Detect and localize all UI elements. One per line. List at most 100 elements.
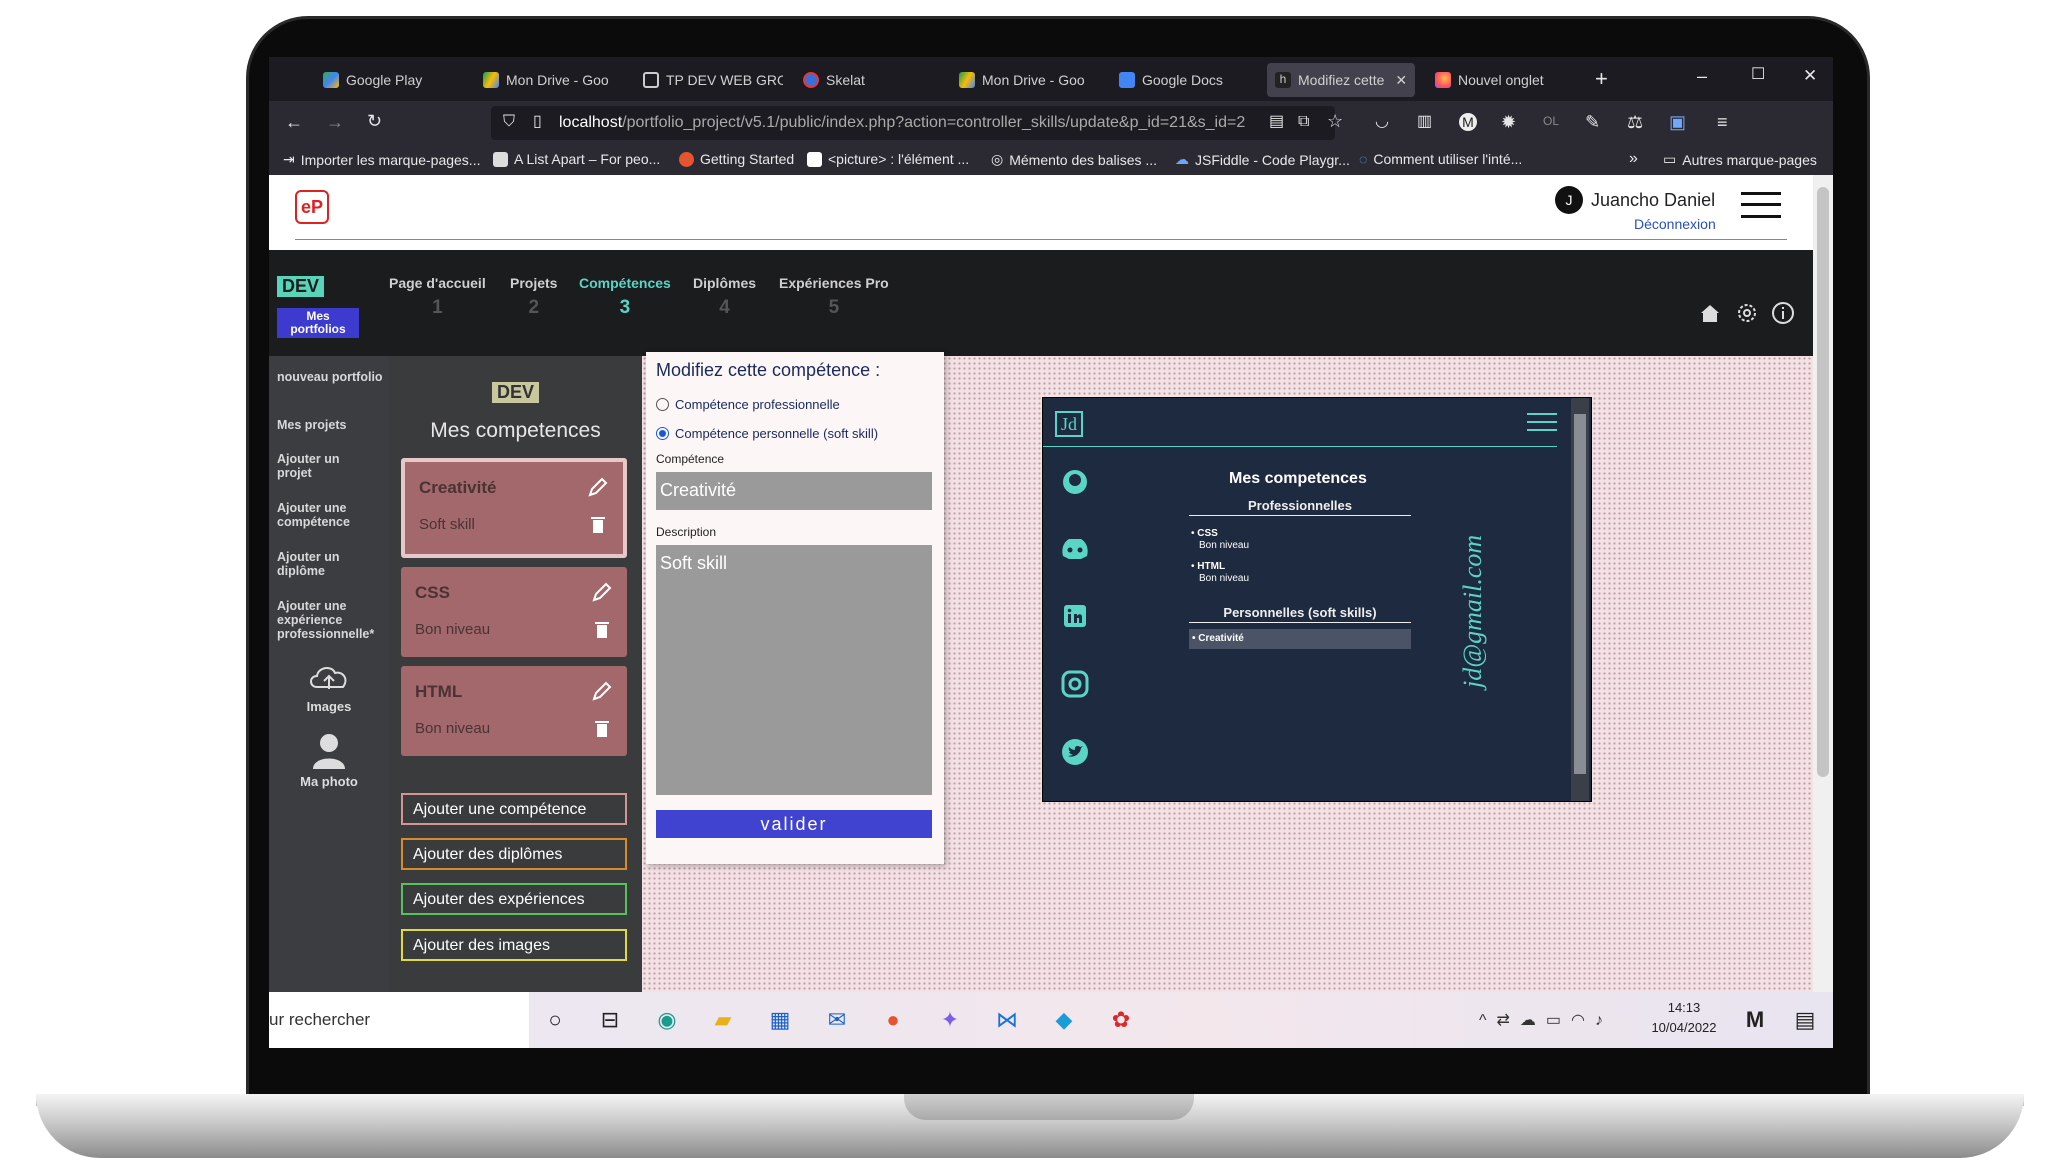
preview-menu-icon[interactable] xyxy=(1527,413,1557,431)
back-icon[interactable]: ← xyxy=(285,113,303,131)
sidebar-item-add-skill[interactable]: Ajouter une compétence xyxy=(277,501,367,529)
sidebar-item-add-diploma[interactable]: Ajouter un diplôme xyxy=(277,550,367,578)
step-skills[interactable]: Compétences 3 xyxy=(579,275,671,319)
app-icon[interactable]: ◆ xyxy=(1048,1004,1080,1036)
instagram-icon[interactable] xyxy=(1061,670,1089,698)
tab-google-play[interactable]: Google Play xyxy=(323,63,443,97)
shield-icon[interactable]: ⛉ xyxy=(503,114,515,130)
sidebar-icon[interactable]: ▥ xyxy=(1417,114,1432,130)
clock[interactable]: 14:13 10/04/2022 xyxy=(1649,998,1719,1038)
skill-input[interactable]: Creativité xyxy=(656,472,932,510)
minimize-icon[interactable]: – xyxy=(1697,67,1707,85)
sidebar-item-new-portfolio[interactable]: nouveau portfolio xyxy=(277,370,383,384)
hamburger-menu-icon[interactable] xyxy=(1741,192,1781,218)
radio-button[interactable] xyxy=(656,398,669,411)
bookmark-item[interactable]: Getting Started xyxy=(679,151,794,167)
sidebar-item-my-projects[interactable]: Mes projets xyxy=(277,418,346,432)
new-tab-icon[interactable]: + xyxy=(1595,68,1608,90)
preview-scrollbar[interactable] xyxy=(1571,398,1589,801)
pocket-icon[interactable]: ◡ xyxy=(1375,114,1389,130)
info-icon[interactable] xyxy=(1771,301,1795,325)
google-translate-icon[interactable]: ▣ xyxy=(1669,113,1686,131)
paint-icon[interactable]: ✿ xyxy=(1105,1004,1137,1036)
edit-pencil-icon[interactable] xyxy=(591,680,613,702)
color-picker-icon[interactable]: ✎ xyxy=(1585,113,1600,131)
sidebar-item-add-experience[interactable]: Ajouter une expérience professionnelle* xyxy=(277,599,389,641)
edge-icon[interactable]: ◉ xyxy=(651,1004,683,1036)
system-tray-icons[interactable]: ^⇄☁▭◠♪ xyxy=(1479,1010,1613,1030)
my-portfolios-button[interactable]: Mes portfolios xyxy=(277,308,359,338)
site-logo[interactable]: eP xyxy=(295,190,329,224)
radio-button-checked[interactable] xyxy=(656,427,669,440)
tab-skelat[interactable]: Skelat xyxy=(803,63,923,97)
photo-label[interactable]: Ma photo xyxy=(269,774,389,789)
store-icon[interactable]: ▦ xyxy=(764,1004,796,1036)
m-app-icon[interactable]: M xyxy=(1739,1004,1771,1036)
add-experiences-button[interactable]: Ajouter des expériences xyxy=(401,883,627,915)
description-textarea[interactable]: Soft skill xyxy=(656,545,932,795)
mail-icon[interactable]: ✉ xyxy=(821,1004,853,1036)
translate-icon[interactable]: ⧉ xyxy=(1298,114,1309,130)
skill-card[interactable]: HTML Bon niveau xyxy=(401,666,627,756)
tab-modifiez[interactable]: h Modifiez cette ✕ xyxy=(1267,63,1415,97)
account-icon[interactable]: M xyxy=(1459,113,1477,131)
submit-button[interactable]: valider xyxy=(656,810,932,838)
linkedin-icon[interactable] xyxy=(1063,604,1087,628)
bookmark-item[interactable]: ◌ Comment utiliser l'inté... xyxy=(1359,151,1522,167)
step-projects[interactable]: Projets 2 xyxy=(510,275,557,319)
radio-professional[interactable]: Compétence professionnelle xyxy=(656,397,840,412)
page-info-icon[interactable]: ▯ xyxy=(533,114,542,130)
edit-pencil-icon[interactable] xyxy=(587,476,609,498)
step-diplomas[interactable]: Diplômes 4 xyxy=(693,275,756,319)
bookmark-item[interactable]: <picture> : l'élément ... xyxy=(807,151,969,167)
close-window-icon[interactable]: ✕ xyxy=(1803,67,1817,84)
tab-mon-drive-2[interactable]: Mon Drive - Goo xyxy=(959,63,1099,97)
sidebar-item-add-project[interactable]: Ajouter un projet xyxy=(277,452,367,480)
trash-icon[interactable] xyxy=(594,621,610,639)
tab-google-docs[interactable]: Google Docs xyxy=(1119,63,1259,97)
extension-ol-icon[interactable]: OL xyxy=(1543,115,1559,127)
trash-icon[interactable] xyxy=(594,720,610,738)
settings-gear-icon[interactable] xyxy=(1735,301,1759,325)
skill-card[interactable]: Creativité Soft skill xyxy=(401,458,627,558)
maximize-icon[interactable]: ☐ xyxy=(1751,67,1765,83)
trash-icon[interactable] xyxy=(590,516,606,534)
translate-ext-icon[interactable]: ⚖ xyxy=(1627,113,1643,131)
other-bookmarks[interactable]: ▭ Autres marque-pages xyxy=(1663,151,1817,168)
file-explorer-icon[interactable]: ▰ xyxy=(707,1004,739,1036)
step-home[interactable]: Page d'accueil 1 xyxy=(389,275,486,319)
notifications-icon[interactable]: ▤ xyxy=(1789,1004,1821,1036)
cloud-upload-icon[interactable] xyxy=(307,661,351,693)
bookmark-item[interactable]: ☁ JSFiddle - Code Playgr... xyxy=(1175,151,1350,168)
add-images-button[interactable]: Ajouter des images xyxy=(401,929,627,961)
user-photo-icon[interactable] xyxy=(309,731,349,771)
tab-tp-dev[interactable]: TP DEV WEB GRO xyxy=(643,63,783,97)
add-diplomas-button[interactable]: Ajouter des diplômes xyxy=(401,838,627,870)
avatar[interactable]: J xyxy=(1555,186,1583,214)
forward-icon[interactable]: → xyxy=(326,113,344,131)
page-scrollbar[interactable] xyxy=(1813,175,1833,992)
close-tab-icon[interactable]: ✕ xyxy=(1395,72,1407,89)
radio-personal[interactable]: Compétence personnelle (soft skill) xyxy=(656,426,878,441)
bookmark-star-icon[interactable]: ☆ xyxy=(1327,112,1343,130)
reader-view-icon[interactable]: ▤ xyxy=(1269,114,1284,130)
skill-card[interactable]: CSS Bon niveau xyxy=(401,567,627,657)
firefox-icon[interactable]: ● xyxy=(877,1004,909,1036)
github-icon[interactable] xyxy=(1061,468,1089,496)
taskbar-search[interactable]: ur rechercher xyxy=(269,992,529,1048)
images-label[interactable]: Images xyxy=(269,699,389,714)
task-view-icon[interactable]: ⊟ xyxy=(594,1004,626,1036)
tab-nouvel-onglet[interactable]: Nouvel onglet xyxy=(1435,63,1575,97)
more-bookmarks-icon[interactable]: » xyxy=(1629,151,1638,167)
menu-icon[interactable]: ≡ xyxy=(1717,113,1728,131)
tab-mon-drive[interactable]: Mon Drive - Goo xyxy=(483,63,623,97)
cortana-icon[interactable]: ○ xyxy=(539,1004,571,1036)
bookmark-item[interactable]: ◎ Mémento des balises ... xyxy=(991,151,1157,168)
edit-pencil-icon[interactable] xyxy=(591,581,613,603)
bookmark-item[interactable]: A List Apart – For peo... xyxy=(493,151,660,167)
add-skill-button[interactable]: Ajouter une compétence xyxy=(401,793,627,825)
scroll-thumb[interactable] xyxy=(1817,187,1829,777)
address-bar[interactable]: ⛉ ▯ localhost/portfolio_project/v5.1/pub… xyxy=(491,106,1335,140)
logout-link[interactable]: Déconnexion xyxy=(1634,216,1716,232)
home-icon[interactable] xyxy=(1699,302,1721,324)
